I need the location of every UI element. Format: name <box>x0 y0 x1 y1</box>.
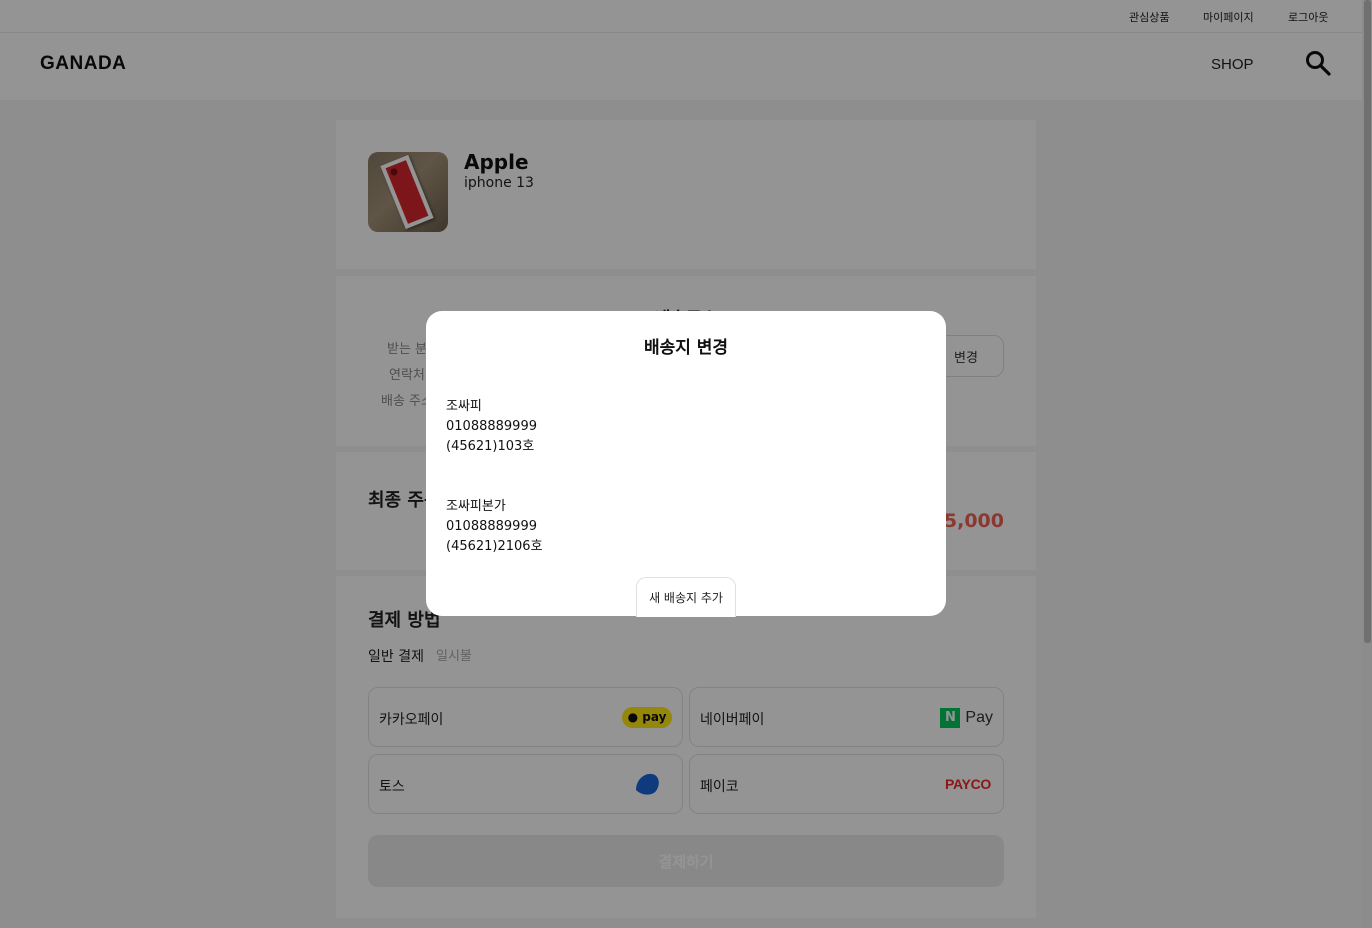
modal-title: 배송지 변경 <box>643 338 729 358</box>
address-detail: (45621)103호 <box>446 439 535 454</box>
address-phone: 01088889999 <box>446 519 537 534</box>
address-name: 조싸피 <box>446 399 482 414</box>
address-detail: (45621)2106호 <box>446 539 543 554</box>
address-name: 조싸피본가 <box>446 499 506 514</box>
address-change-modal: 배송지 변경 조싸피 01088889999 (45621)103호 조싸피본가… <box>426 311 946 617</box>
address-phone: 01088889999 <box>446 419 537 434</box>
address-option-2[interactable]: 조싸피본가 01088889999 (45621)2106호 <box>446 497 926 557</box>
address-option-1[interactable]: 조싸피 01088889999 (45621)103호 <box>446 397 926 457</box>
add-new-address-button[interactable]: 새 배송지 추가 <box>636 577 736 617</box>
